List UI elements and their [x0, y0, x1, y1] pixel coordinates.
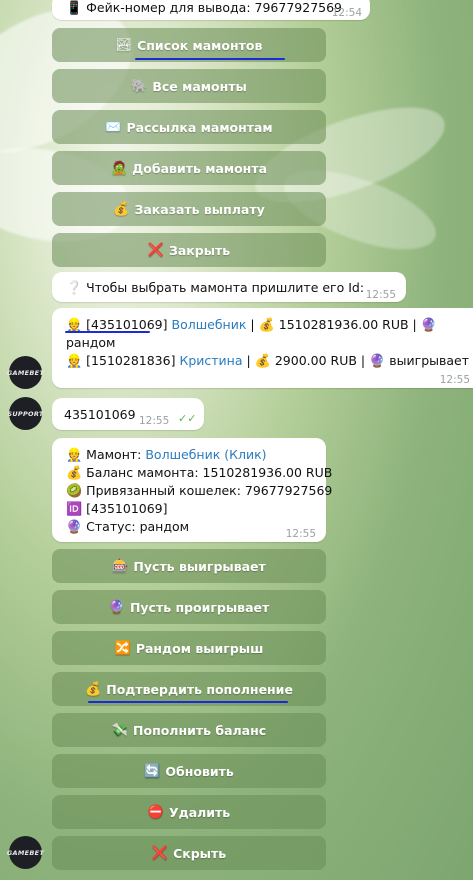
- phone-icon: 📱: [66, 1, 83, 16]
- annotation-underline: [88, 701, 288, 703]
- random-win-button[interactable]: 🔀 Рандом выигрыш: [52, 631, 326, 665]
- worker-icon: 👷: [66, 448, 83, 463]
- message-bubble-mammoth-info: 👷 Мамонт: Волшебник (Клик) 💰 Баланс мамо…: [52, 438, 332, 542]
- mammoth-id: [435101069]: [86, 317, 168, 332]
- button-label: Пусть выигрывает: [133, 558, 266, 574]
- question-icon: ❔: [66, 281, 83, 296]
- button-label: Пополнить баланс: [133, 722, 267, 738]
- bot-avatar[interactable]: GAMEBET: [7, 356, 44, 389]
- message-time: 12:55: [285, 528, 316, 540]
- composer-strip[interactable]: [0, 880, 473, 895]
- button-label: Подтвердить пополнение: [106, 681, 293, 697]
- message-text: 435101069: [64, 407, 136, 422]
- slot-machine-icon: 🎰: [112, 558, 129, 574]
- button-label: Пусть проигрывает: [129, 599, 270, 615]
- bot-avatar[interactable]: GAMEBET: [7, 836, 44, 869]
- separator: |: [246, 353, 251, 368]
- hide-button[interactable]: ❌ Скрыть: [52, 836, 326, 870]
- mammoth-status: рандом: [66, 335, 116, 350]
- top-up-balance-button[interactable]: 💸 Пополнить баланс: [52, 713, 326, 747]
- read-checks-icon: ✓✓: [178, 412, 197, 425]
- money-bag-icon: 💰: [258, 318, 275, 333]
- coin-icon: 🥝: [66, 484, 83, 499]
- mammoth-balance: 1510281936.00 RUB: [278, 317, 409, 332]
- order-payout-button[interactable]: 💰 Заказать выплату: [52, 192, 326, 226]
- zombie-icon: 🧟: [110, 160, 128, 176]
- worker-icon: 👷: [66, 354, 83, 369]
- support-avatar[interactable]: SUPPORT: [7, 397, 43, 430]
- no-entry-icon: ⛔: [147, 804, 164, 820]
- elephant-icon: 🐘: [131, 78, 148, 94]
- shuffle-icon: 🔀: [114, 640, 131, 656]
- button-label: Скрыть: [173, 845, 227, 861]
- crystal-ball-icon: 🔮: [420, 318, 437, 333]
- message-bubble-fake-number: 📱 Фейк-номер для вывода: 79677927569 12:…: [52, 0, 370, 20]
- crystal-ball-icon: 🔮: [108, 599, 125, 615]
- close-button[interactable]: ❌ Закрыть: [52, 233, 326, 267]
- message-bubble-prompt: ❔ Чтобы выбрать мамонта пришлите его Id:…: [52, 272, 406, 302]
- mammoth-name-link[interactable]: Волшебник (Клик): [145, 447, 266, 462]
- wallet-text: Привязанный кошелек: 79677927569: [86, 483, 333, 498]
- mammoth-status: выигрывает: [389, 353, 470, 368]
- button-label: Рандом выигрыш: [135, 640, 264, 656]
- button-label: Все мамонты: [152, 78, 247, 94]
- id-icon: 🆔: [66, 502, 83, 517]
- money-bag-icon: 💰: [85, 681, 102, 697]
- mammoth-balance: 2900.00 RUB: [274, 353, 357, 368]
- cross-icon: ❌: [147, 242, 164, 258]
- button-label: Список мамонтов: [137, 37, 263, 53]
- message-time: 12:54: [331, 7, 362, 19]
- mammoth-name-link[interactable]: Кристина: [179, 353, 242, 368]
- balance-text: Баланс мамонта: 1510281936.00 RUB: [86, 465, 333, 480]
- button-label: Рассылка мамонтам: [126, 119, 273, 135]
- let-lose-button[interactable]: 🔮 Пусть проигрывает: [52, 590, 326, 624]
- broadcast-button[interactable]: ✉️ Рассылка мамонтам: [52, 110, 326, 144]
- refresh-button[interactable]: 🔄 Обновить: [52, 754, 326, 788]
- landscape-icon: 🏞: [115, 37, 133, 53]
- cross-icon: ❌: [151, 845, 169, 861]
- let-win-button[interactable]: 🎰 Пусть выигрывает: [52, 549, 326, 583]
- money-bag-icon: 💰: [66, 466, 83, 481]
- button-label: Обновить: [165, 763, 234, 779]
- mammoth-id: [1510281836]: [86, 353, 176, 368]
- money-bag-icon: 💰: [113, 201, 130, 217]
- crystal-ball-icon: 🔮: [369, 354, 386, 369]
- button-label: Закрыть: [168, 242, 231, 258]
- annotation-underline: [135, 58, 285, 60]
- annotation-underline: [65, 331, 150, 333]
- message-time: 12:55: [139, 415, 170, 427]
- all-mammoths-button[interactable]: 🐘 Все мамонты: [52, 69, 326, 103]
- envelope-icon: ✉️: [105, 119, 122, 135]
- message-text: Чтобы выбрать мамонта пришлите его Id:: [86, 280, 365, 295]
- delete-button[interactable]: ⛔ Удалить: [52, 795, 326, 829]
- message-time: 12:55: [439, 374, 470, 386]
- money-wings-icon: 💸: [111, 722, 129, 738]
- refresh-icon: 🔄: [144, 763, 161, 779]
- mammoth-row: 👷 [1510281836] Кристина | 💰 2900.00 RUB …: [66, 352, 469, 370]
- message-text: Фейк-номер для вывода: 79677927569: [86, 0, 343, 15]
- separator: |: [250, 317, 255, 332]
- id-text: [435101069]: [86, 501, 168, 516]
- button-label: Заказать выплату: [134, 201, 265, 217]
- add-mammoth-button[interactable]: 🧟 Добавить мамонта: [52, 151, 326, 185]
- mammoth-name-link[interactable]: Волшебник: [172, 317, 247, 332]
- message-bubble-mammoth-list: 👷 [435101069] Волшебник | 💰 1510281936.0…: [52, 308, 473, 388]
- status-text: Статус: рандом: [86, 519, 190, 534]
- list-mammoths-button[interactable]: 🏞 Список мамонтов: [52, 28, 326, 62]
- money-bag-icon: 💰: [254, 354, 271, 369]
- mammoth-label: Мамонт:: [86, 447, 142, 462]
- separator: |: [360, 353, 366, 368]
- message-bubble-outgoing: 435101069 12:55 ✓✓: [52, 398, 204, 430]
- separator: |: [412, 317, 417, 332]
- message-time: 12:55: [365, 289, 396, 301]
- button-label: Удалить: [168, 804, 231, 820]
- crystal-ball-icon: 🔮: [66, 520, 83, 535]
- button-label: Добавить мамонта: [132, 160, 267, 176]
